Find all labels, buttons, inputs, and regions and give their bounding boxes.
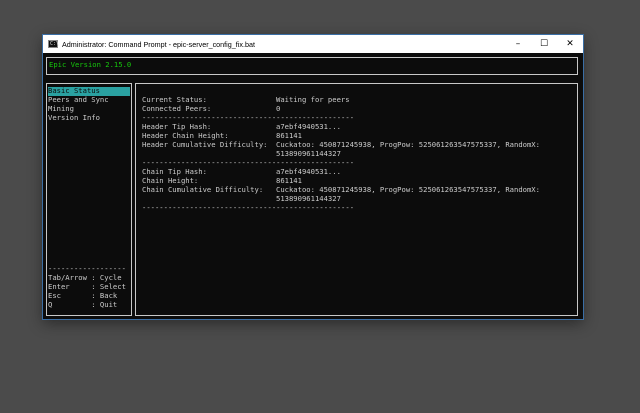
help-quit: Q : Quit: [48, 300, 118, 309]
status-panel: Current Status: Waiting for peers Connec…: [135, 83, 578, 316]
title-bar[interactable]: C:\ Administrator: Command Prompt - epic…: [43, 35, 583, 53]
minimize-icon: –: [515, 39, 521, 49]
menu-item-version-info[interactable]: Version Info: [48, 113, 100, 123]
version-label: Epic Version 2.15.0: [49, 60, 132, 69]
close-button[interactable]: ✕: [557, 35, 583, 53]
command-prompt-icon: C:\: [48, 40, 60, 48]
section-divider: ----------------------------------------…: [142, 203, 355, 212]
close-icon: ✕: [566, 39, 574, 49]
menu-panel: Basic Status Peers and Sync Mining Versi…: [46, 83, 132, 316]
maximize-button[interactable]: ☐: [531, 35, 557, 53]
current-status-value: Waiting for peers: [276, 95, 350, 104]
chain-difficulty-label: Chain Cumulative Difficulty:: [142, 185, 264, 194]
console-area: Epic Version 2.15.0 Basic Status Peers a…: [43, 53, 583, 319]
maximize-icon: ☐: [539, 39, 549, 49]
minimize-button[interactable]: –: [505, 35, 531, 53]
window-title: Administrator: Command Prompt - epic-ser…: [62, 39, 255, 49]
command-prompt-window: C:\ Administrator: Command Prompt - epic…: [43, 35, 583, 319]
version-header-box: Epic Version 2.15.0: [46, 57, 578, 75]
header-difficulty-label: Header Cumulative Difficulty:: [142, 140, 268, 149]
